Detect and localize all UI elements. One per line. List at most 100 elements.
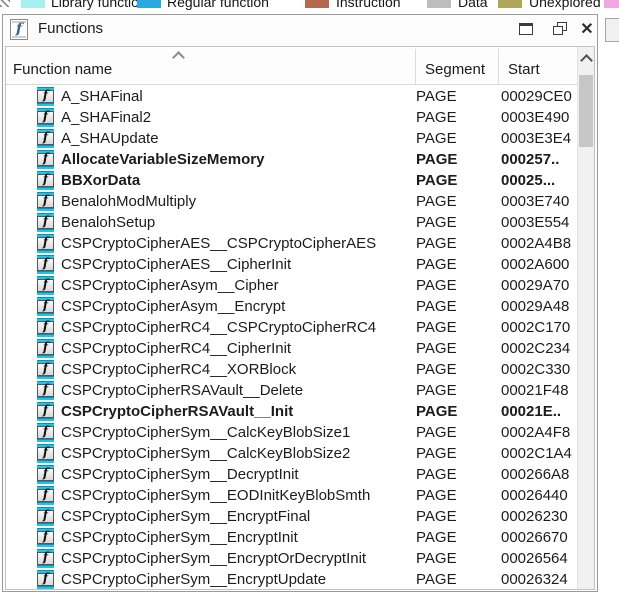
- close-icon: ✕: [574, 20, 600, 40]
- start-address-cell: 0003E490: [501, 107, 577, 128]
- legend-color-swatch: [305, 0, 329, 8]
- table-row[interactable]: f CSPCryptoCipherSym__EncryptUpdate PAGE…: [6, 569, 577, 589]
- functions-window: f Functions ✕ Function name Segment Star…: [2, 14, 598, 592]
- table-row[interactable]: f CSPCryptoCipherAES__CSPCryptoCipherAES…: [6, 233, 577, 254]
- function-icon: f: [37, 402, 54, 421]
- table-row[interactable]: f CSPCryptoCipherRC4__XORBlock PAGE 0002…: [6, 359, 577, 380]
- vertical-scrollbar[interactable]: [577, 47, 594, 589]
- table-row[interactable]: f CSPCryptoCipherAES__CipherInit PAGE 00…: [6, 254, 577, 275]
- column-header-start[interactable]: Start: [508, 61, 540, 78]
- maximize-button[interactable]: [513, 20, 539, 40]
- function-name-cell: CSPCryptoCipherAES__CipherInit: [61, 254, 291, 275]
- start-address-cell: 00029A48: [501, 296, 577, 317]
- functions-window-titlebar[interactable]: f Functions ✕: [3, 15, 597, 45]
- legend-color-swatch: [427, 0, 451, 8]
- table-row[interactable]: f CSPCryptoCipherRSAVault__Init PAGE 000…: [6, 401, 577, 422]
- table-row[interactable]: f CSPCryptoCipherAsym__Cipher PAGE 00029…: [6, 275, 577, 296]
- table-header: Function name Segment Start: [6, 47, 594, 85]
- table-row[interactable]: f CSPCryptoCipherSym__EncryptOrDecryptIn…: [6, 548, 577, 569]
- segment-cell: PAGE: [416, 485, 457, 506]
- start-address-cell: 00026670: [501, 527, 577, 548]
- column-header-function-name[interactable]: Function name: [13, 61, 112, 78]
- function-name-cell: CSPCryptoCipherRC4__XORBlock: [61, 359, 296, 380]
- legend-color-swatch: [21, 0, 45, 8]
- start-address-cell: 00026230: [501, 506, 577, 527]
- function-icon: f: [37, 213, 54, 232]
- function-icon: f: [37, 423, 54, 442]
- table-row[interactable]: f CSPCryptoCipherSym__DecryptInit PAGE 0…: [6, 464, 577, 485]
- adjacent-window-fragment: [605, 18, 619, 42]
- column-divider: [498, 49, 499, 84]
- restore-button[interactable]: [548, 20, 574, 40]
- table-row[interactable]: f BenalohSetup PAGE 0003E554: [6, 212, 577, 233]
- start-address-cell: 00021F48: [501, 380, 577, 401]
- function-icon: f: [37, 192, 54, 211]
- function-name-cell: CSPCryptoCipherSym__DecryptInit: [61, 464, 299, 485]
- window-title: Functions: [38, 20, 103, 37]
- table-row[interactable]: f CSPCryptoCipherSym__EncryptFinal PAGE …: [6, 506, 577, 527]
- start-address-cell: 000257..: [501, 149, 577, 170]
- table-row[interactable]: f A_SHAUpdate PAGE 0003E3E4: [6, 128, 577, 149]
- table-row[interactable]: f A_SHAFinal PAGE 00029CE0: [6, 86, 577, 107]
- function-icon: f: [37, 150, 54, 169]
- table-row[interactable]: f CSPCryptoCipherSym__CalcKeyBlobSize1 P…: [6, 422, 577, 443]
- start-address-cell: 0002A4F8: [501, 422, 577, 443]
- table-row[interactable]: f CSPCryptoCipherSym__CalcKeyBlobSize2 P…: [6, 443, 577, 464]
- start-address-cell: 0002A4B8: [501, 233, 577, 254]
- function-name-cell: A_SHAFinal: [61, 86, 143, 107]
- screen: Library function Regular function Instru…: [0, 0, 619, 592]
- function-name-cell: CSPCryptoCipherSym__EncryptFinal: [61, 506, 310, 527]
- function-name-cell: BenalohSetup: [61, 212, 155, 233]
- function-name-cell: BenalohModMultiply: [61, 191, 196, 212]
- function-name-cell: CSPCryptoCipherAsym__Encrypt: [61, 296, 285, 317]
- start-address-cell: 0002C234: [501, 338, 577, 359]
- function-icon: f: [37, 507, 54, 526]
- table-row[interactable]: f CSPCryptoCipherRC4__CSPCryptoCipherRC4…: [6, 317, 577, 338]
- scrollbar-thumb[interactable]: [579, 75, 593, 147]
- segment-cell: PAGE: [416, 401, 457, 422]
- start-address-cell: 000266A8: [501, 464, 577, 485]
- legend-label: Regular function: [167, 0, 269, 12]
- start-address-cell: 00025...: [501, 170, 577, 191]
- close-button[interactable]: ✕: [574, 20, 600, 40]
- function-name-cell: CSPCryptoCipherRC4__CipherInit: [61, 338, 291, 359]
- segment-cell: PAGE: [416, 506, 457, 527]
- table-row[interactable]: f CSPCryptoCipherSym__EncryptInit PAGE 0…: [6, 527, 577, 548]
- legend-color-swatch: [498, 0, 522, 8]
- function-name-cell: A_SHAFinal2: [61, 107, 151, 128]
- table-row[interactable]: f CSPCryptoCipherSym__EODInitKeyBlobSmth…: [6, 485, 577, 506]
- function-icon: f: [37, 360, 54, 379]
- start-address-cell: 0002C330: [501, 359, 577, 380]
- function-name-cell: CSPCryptoCipherRSAVault__Init: [61, 401, 293, 422]
- segment-cell: PAGE: [416, 296, 457, 317]
- function-icon: f: [37, 528, 54, 547]
- function-name-cell: CSPCryptoCipherRC4__CSPCryptoCipherRC4: [61, 317, 376, 338]
- table-row[interactable]: f BBXorData PAGE 00025...: [6, 170, 577, 191]
- function-name-cell: CSPCryptoCipherSym__EODInitKeyBlobSmth: [61, 485, 370, 506]
- start-address-cell: 0002C170: [501, 317, 577, 338]
- scroll-up-button[interactable]: [578, 47, 594, 69]
- function-name-cell: A_SHAUpdate: [61, 128, 159, 149]
- segment-cell: PAGE: [416, 254, 457, 275]
- table-row[interactable]: f CSPCryptoCipherRSAVault__Delete PAGE 0…: [6, 380, 577, 401]
- start-address-cell: 00021E..: [501, 401, 577, 422]
- function-name-cell: AllocateVariableSizeMemory: [61, 149, 264, 170]
- table-row[interactable]: f A_SHAFinal2 PAGE 0003E490: [6, 107, 577, 128]
- function-name-cell: CSPCryptoCipherRSAVault__Delete: [61, 380, 303, 401]
- function-icon: f: [37, 234, 54, 253]
- table-row[interactable]: f CSPCryptoCipherRC4__CipherInit PAGE 00…: [6, 338, 577, 359]
- start-address-cell: 0002C1A4: [501, 443, 577, 464]
- cut-off-toolbar-fragment: [0, 0, 10, 7]
- segment-cell: PAGE: [416, 380, 457, 401]
- legend-color-swatch: [604, 0, 619, 8]
- segment-cell: PAGE: [416, 359, 457, 380]
- table-row[interactable]: f BenalohModMultiply PAGE 0003E740: [6, 191, 577, 212]
- function-icon: f: [37, 297, 54, 316]
- legend-label: Library function: [51, 0, 147, 12]
- function-name-cell: CSPCryptoCipherSym__EncryptUpdate: [61, 569, 326, 589]
- table-row[interactable]: f CSPCryptoCipherAsym__Encrypt PAGE 0002…: [6, 296, 577, 317]
- segment-cell: PAGE: [416, 317, 457, 338]
- table-row[interactable]: f AllocateVariableSizeMemory PAGE 000257…: [6, 149, 577, 170]
- column-header-segment[interactable]: Segment: [425, 61, 485, 78]
- function-name-cell: CSPCryptoCipherAsym__Cipher: [61, 275, 279, 296]
